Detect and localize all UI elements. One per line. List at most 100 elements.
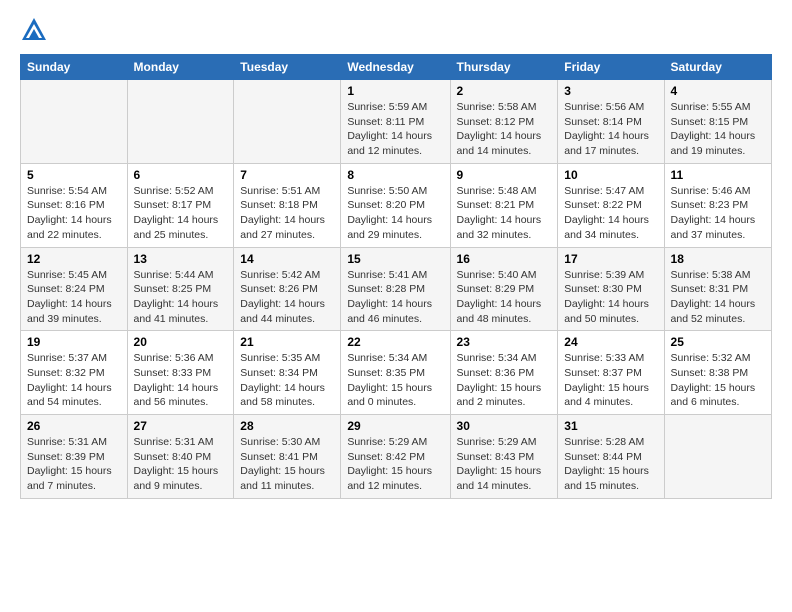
day-number: 31	[564, 419, 657, 433]
day-cell: 8Sunrise: 5:50 AM Sunset: 8:20 PM Daylig…	[341, 163, 450, 247]
col-header-sunday: Sunday	[21, 55, 128, 80]
day-info: Sunrise: 5:52 AM Sunset: 8:17 PM Dayligh…	[134, 184, 228, 243]
day-info: Sunrise: 5:32 AM Sunset: 8:38 PM Dayligh…	[671, 351, 765, 410]
day-cell: 12 Sunrise: 5:45 AM Sunset: 8:24 PM Dayli…	[21, 247, 128, 331]
day-cell: 20 Sunrise: 5:36 AM Sunset: 8:33 PM Dayli…	[127, 331, 234, 415]
day-info: Sunrise: 5:29 AM Sunset: 8:43 PM Dayligh…	[457, 435, 552, 494]
day-cell: 26Sunrise: 5:31 AM Sunset: 8:39 PM Dayli…	[21, 415, 128, 499]
page: SundayMondayTuesdayWednesdayThursdayFrid…	[0, 0, 792, 509]
day-cell: 5 Sunrise: 5:54 AM Sunset: 8:16 PM Daylig…	[21, 163, 128, 247]
day-cell: 4 Sunrise: 5:55 AM Sunset: 8:15 PM Daylig…	[664, 80, 771, 164]
col-header-monday: Monday	[127, 55, 234, 80]
day-cell	[127, 80, 234, 164]
week-row-3: 12 Sunrise: 5:45 AM Sunset: 8:24 PM Dayli…	[21, 247, 772, 331]
logo-icon	[20, 16, 48, 44]
day-info: Sunrise: 5:35 AM Sunset: 8:34 PM Dayligh…	[240, 351, 334, 410]
day-number: 13	[134, 252, 228, 266]
day-info: Sunrise: 5:54 AM Sunset: 8:16 PM Dayligh…	[27, 184, 121, 243]
day-number: 2	[457, 84, 552, 98]
day-info: Sunrise: 5:42 AM Sunset: 8:26 PM Dayligh…	[240, 268, 334, 327]
day-info: Sunrise: 5:34 AM Sunset: 8:36 PM Dayligh…	[457, 351, 552, 410]
day-info: Sunrise: 5:45 AM Sunset: 8:24 PM Dayligh…	[27, 268, 121, 327]
day-number: 20	[134, 335, 228, 349]
day-info: Sunrise: 5:34 AM Sunset: 8:35 PM Dayligh…	[347, 351, 443, 410]
day-number: 5	[27, 168, 121, 182]
day-number: 6	[134, 168, 228, 182]
day-cell: 22Sunrise: 5:34 AM Sunset: 8:35 PM Dayli…	[341, 331, 450, 415]
day-number: 9	[457, 168, 552, 182]
day-info: Sunrise: 5:46 AM Sunset: 8:23 PM Dayligh…	[671, 184, 765, 243]
day-cell: 11Sunrise: 5:46 AM Sunset: 8:23 PM Dayli…	[664, 163, 771, 247]
calendar-table: SundayMondayTuesdayWednesdayThursdayFrid…	[20, 54, 772, 499]
day-info: Sunrise: 5:59 AM Sunset: 8:11 PM Dayligh…	[347, 100, 443, 159]
day-cell: 15 Sunrise: 5:41 AM Sunset: 8:28 PM Dayli…	[341, 247, 450, 331]
day-cell	[21, 80, 128, 164]
day-cell: 10Sunrise: 5:47 AM Sunset: 8:22 PM Dayli…	[558, 163, 664, 247]
day-number: 15	[347, 252, 443, 266]
day-cell: 24 Sunrise: 5:33 AM Sunset: 8:37 PM Dayli…	[558, 331, 664, 415]
day-number: 4	[671, 84, 765, 98]
day-cell: 29 Sunrise: 5:29 AM Sunset: 8:42 PM Dayli…	[341, 415, 450, 499]
day-cell: 1 Sunrise: 5:59 AM Sunset: 8:11 PM Daylig…	[341, 80, 450, 164]
day-number: 24	[564, 335, 657, 349]
day-info: Sunrise: 5:55 AM Sunset: 8:15 PM Dayligh…	[671, 100, 765, 159]
header-row: SundayMondayTuesdayWednesdayThursdayFrid…	[21, 55, 772, 80]
day-info: Sunrise: 5:40 AM Sunset: 8:29 PM Dayligh…	[457, 268, 552, 327]
day-info: Sunrise: 5:33 AM Sunset: 8:37 PM Dayligh…	[564, 351, 657, 410]
day-cell: 30Sunrise: 5:29 AM Sunset: 8:43 PM Dayli…	[450, 415, 558, 499]
day-cell: 19 Sunrise: 5:37 AM Sunset: 8:32 PM Dayli…	[21, 331, 128, 415]
day-number: 12	[27, 252, 121, 266]
day-cell: 7Sunrise: 5:51 AM Sunset: 8:18 PM Daylig…	[234, 163, 341, 247]
day-cell: 31Sunrise: 5:28 AM Sunset: 8:44 PM Dayli…	[558, 415, 664, 499]
day-info: Sunrise: 5:38 AM Sunset: 8:31 PM Dayligh…	[671, 268, 765, 327]
day-info: Sunrise: 5:31 AM Sunset: 8:39 PM Dayligh…	[27, 435, 121, 494]
day-number: 29	[347, 419, 443, 433]
day-cell: 9 Sunrise: 5:48 AM Sunset: 8:21 PM Daylig…	[450, 163, 558, 247]
day-number: 27	[134, 419, 228, 433]
day-cell: 13 Sunrise: 5:44 AM Sunset: 8:25 PM Dayli…	[127, 247, 234, 331]
day-info: Sunrise: 5:47 AM Sunset: 8:22 PM Dayligh…	[564, 184, 657, 243]
day-info: Sunrise: 5:41 AM Sunset: 8:28 PM Dayligh…	[347, 268, 443, 327]
col-header-tuesday: Tuesday	[234, 55, 341, 80]
day-number: 7	[240, 168, 334, 182]
day-cell: 25 Sunrise: 5:32 AM Sunset: 8:38 PM Dayli…	[664, 331, 771, 415]
day-cell: 23 Sunrise: 5:34 AM Sunset: 8:36 PM Dayli…	[450, 331, 558, 415]
day-cell: 28Sunrise: 5:30 AM Sunset: 8:41 PM Dayli…	[234, 415, 341, 499]
col-header-saturday: Saturday	[664, 55, 771, 80]
col-header-thursday: Thursday	[450, 55, 558, 80]
day-cell: 16 Sunrise: 5:40 AM Sunset: 8:29 PM Dayli…	[450, 247, 558, 331]
day-info: Sunrise: 5:44 AM Sunset: 8:25 PM Dayligh…	[134, 268, 228, 327]
day-number: 28	[240, 419, 334, 433]
day-cell: 27 Sunrise: 5:31 AM Sunset: 8:40 PM Dayli…	[127, 415, 234, 499]
day-info: Sunrise: 5:31 AM Sunset: 8:40 PM Dayligh…	[134, 435, 228, 494]
day-cell: 17 Sunrise: 5:39 AM Sunset: 8:30 PM Dayli…	[558, 247, 664, 331]
col-header-wednesday: Wednesday	[341, 55, 450, 80]
day-cell: 21 Sunrise: 5:35 AM Sunset: 8:34 PM Dayli…	[234, 331, 341, 415]
day-number: 17	[564, 252, 657, 266]
day-info: Sunrise: 5:29 AM Sunset: 8:42 PM Dayligh…	[347, 435, 443, 494]
day-info: Sunrise: 5:39 AM Sunset: 8:30 PM Dayligh…	[564, 268, 657, 327]
week-row-1: 1 Sunrise: 5:59 AM Sunset: 8:11 PM Daylig…	[21, 80, 772, 164]
day-number: 25	[671, 335, 765, 349]
day-cell: 18Sunrise: 5:38 AM Sunset: 8:31 PM Dayli…	[664, 247, 771, 331]
week-row-5: 26Sunrise: 5:31 AM Sunset: 8:39 PM Dayli…	[21, 415, 772, 499]
day-cell	[664, 415, 771, 499]
day-cell	[234, 80, 341, 164]
day-number: 19	[27, 335, 121, 349]
day-number: 8	[347, 168, 443, 182]
day-number: 14	[240, 252, 334, 266]
day-cell: 14 Sunrise: 5:42 AM Sunset: 8:26 PM Dayli…	[234, 247, 341, 331]
day-number: 21	[240, 335, 334, 349]
day-number: 3	[564, 84, 657, 98]
day-number: 23	[457, 335, 552, 349]
day-info: Sunrise: 5:36 AM Sunset: 8:33 PM Dayligh…	[134, 351, 228, 410]
day-info: Sunrise: 5:58 AM Sunset: 8:12 PM Dayligh…	[457, 100, 552, 159]
day-info: Sunrise: 5:48 AM Sunset: 8:21 PM Dayligh…	[457, 184, 552, 243]
day-info: Sunrise: 5:37 AM Sunset: 8:32 PM Dayligh…	[27, 351, 121, 410]
logo	[20, 16, 52, 44]
day-number: 16	[457, 252, 552, 266]
day-number: 1	[347, 84, 443, 98]
header	[20, 16, 772, 44]
day-cell: 6 Sunrise: 5:52 AM Sunset: 8:17 PM Daylig…	[127, 163, 234, 247]
col-header-friday: Friday	[558, 55, 664, 80]
